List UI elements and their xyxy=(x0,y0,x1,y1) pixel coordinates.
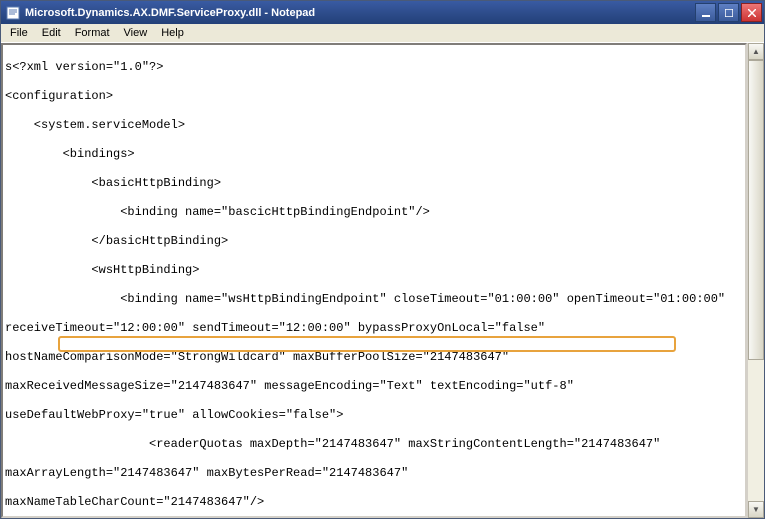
content-area: s<?xml version="1.0"?> <configuration> <… xyxy=(1,43,764,518)
scroll-down-button[interactable]: ▼ xyxy=(748,501,764,518)
text-line: maxArrayLength="2147483647" maxBytesPerR… xyxy=(5,466,743,481)
menu-edit[interactable]: Edit xyxy=(35,25,68,41)
text-line: <binding name="wsHttpBindingEndpoint" cl… xyxy=(5,292,743,307)
maximize-button[interactable] xyxy=(718,3,739,22)
vertical-scrollbar[interactable]: ▲ ▼ xyxy=(747,43,764,518)
text-editor[interactable]: s<?xml version="1.0"?> <configuration> <… xyxy=(1,43,747,518)
text-line: <bindings> xyxy=(5,147,743,162)
app-icon xyxy=(5,5,21,21)
text-line: receiveTimeout="12:00:00" sendTimeout="1… xyxy=(5,321,743,336)
close-button[interactable] xyxy=(741,3,762,22)
text-line: <readerQuotas maxDepth="2147483647" maxS… xyxy=(5,437,743,452)
text-line: </basicHttpBinding> xyxy=(5,234,743,249)
menu-help[interactable]: Help xyxy=(154,25,191,41)
scroll-thumb[interactable] xyxy=(748,60,764,360)
text-line: <wsHttpBinding> xyxy=(5,263,743,278)
menubar: File Edit Format View Help xyxy=(1,24,764,43)
text-line: maxReceivedMessageSize="2147483647" mess… xyxy=(5,379,743,394)
titlebar[interactable]: Microsoft.Dynamics.AX.DMF.ServiceProxy.d… xyxy=(1,1,764,24)
window-title: Microsoft.Dynamics.AX.DMF.ServiceProxy.d… xyxy=(25,7,695,19)
text-line: useDefaultWebProxy="true" allowCookies="… xyxy=(5,408,743,423)
window-controls xyxy=(695,3,762,22)
minimize-button[interactable] xyxy=(695,3,716,22)
text-line: <basicHttpBinding> xyxy=(5,176,743,191)
text-line: s<?xml version="1.0"?> xyxy=(5,60,743,75)
menu-format[interactable]: Format xyxy=(68,25,117,41)
text-line: <configuration> xyxy=(5,89,743,104)
text-line: <binding name="bascicHttpBindingEndpoint… xyxy=(5,205,743,220)
scroll-up-button[interactable]: ▲ xyxy=(748,43,764,60)
menu-file[interactable]: File xyxy=(3,25,35,41)
text-line: <system.serviceModel> xyxy=(5,118,743,133)
scroll-track[interactable] xyxy=(748,60,764,501)
menu-view[interactable]: View xyxy=(117,25,155,41)
text-line: hostNameComparisonMode="StrongWildcard" … xyxy=(5,350,743,365)
text-line: maxNameTableCharCount="2147483647"/> xyxy=(5,495,743,510)
